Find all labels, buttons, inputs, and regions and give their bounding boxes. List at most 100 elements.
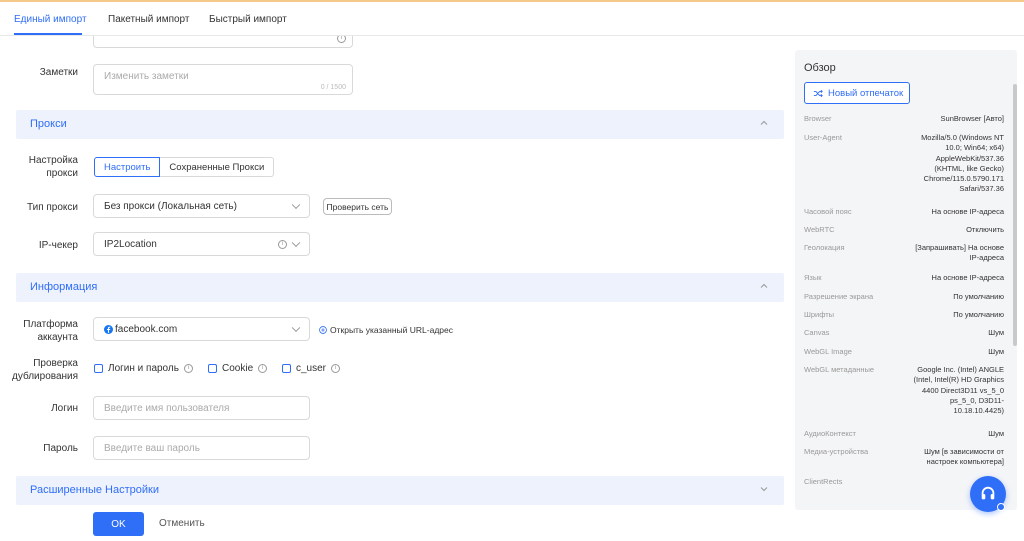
facebook-icon	[104, 324, 113, 334]
overview-panel: Обзор Новый отпечаток Browser SunBrowser…	[795, 50, 1017, 510]
chevron-down-icon	[291, 200, 301, 210]
ip-checker-label: IP-чекер	[38, 240, 78, 251]
proxy-type-value: Без прокси (Локальная сеть)	[104, 200, 237, 212]
info-section-header[interactable]: Информация	[16, 273, 784, 302]
chevron-down-icon	[291, 238, 301, 248]
chevron-down-icon	[291, 323, 301, 333]
overview-key-browser: Browser	[804, 114, 832, 123]
proxy-configure-button[interactable]: Настроить	[94, 157, 161, 177]
dup-cuser-checkbox[interactable]: c_user i	[282, 363, 341, 374]
checkbox-box	[94, 364, 103, 373]
dup-cookie-label: Cookie	[222, 363, 254, 374]
info-icon: i	[258, 364, 268, 373]
proxy-type-label: Тип прокси	[26, 202, 78, 213]
notes-placeholder: Изменить заметки	[104, 71, 189, 82]
chevron-up-icon	[760, 283, 768, 288]
overview-title: Обзор	[804, 62, 836, 74]
info-icon: i	[278, 240, 287, 249]
open-url-link[interactable]: Открыть указанный URL-адрес	[319, 325, 453, 335]
headset-icon	[981, 486, 995, 500]
dup-cookie-checkbox[interactable]: Cookie i	[208, 363, 268, 374]
overview-key-geolocation: Геолокация	[804, 243, 845, 252]
overview-key-webgl-image: WebGL Image	[804, 347, 852, 356]
ip-checker-value: IP2Location	[104, 238, 157, 250]
notes-counter: 0 / 1500	[320, 84, 346, 91]
overview-key-webrtc: WebRTC	[804, 225, 835, 234]
plus-circle-icon	[319, 326, 327, 334]
overview-key-client-rects: ClientRects	[804, 477, 843, 486]
overview-value-canvas: Шум	[988, 328, 1004, 337]
open-url-label: Открыть указанный URL-адрес	[330, 325, 453, 335]
info-section-title: Информация	[30, 281, 98, 293]
overview-value-user-agent: Mozilla/5.0 (Windows NT 10.0; Win64; x64…	[921, 133, 1004, 194]
proxy-section-header[interactable]: Прокси	[16, 110, 784, 139]
platform-value: facebook.com	[115, 323, 178, 335]
dup-login-password-label: Логин и пароль	[108, 363, 179, 374]
previous-field[interactable]: i	[93, 36, 353, 48]
support-button[interactable]	[970, 476, 1006, 512]
advanced-section-title: Расширенные Настройки	[30, 484, 159, 496]
overview-value-resolution: По умолчанию	[953, 292, 1004, 301]
overview-value-media-devices: Шум [в зависимости от настроек компьютер…	[924, 447, 1004, 467]
password-input[interactable]: Введите ваш пароль	[93, 436, 310, 460]
proxy-type-select[interactable]: Без прокси (Локальная сеть)	[93, 194, 310, 218]
checkbox-box	[282, 364, 291, 373]
platform-select[interactable]: facebook.com	[93, 317, 310, 341]
overview-key-fonts: Шрифты	[804, 310, 835, 319]
proxy-setup-toggle: Настроить Сохраненные Прокси	[94, 157, 275, 177]
notification-dot	[997, 503, 1005, 511]
dup-login-password-checkbox[interactable]: Логин и пароль i	[94, 363, 193, 374]
ok-button[interactable]: OK	[93, 512, 144, 536]
overview-key-audio-context: АудиоКонтекст	[804, 429, 856, 438]
overview-scrollbar[interactable]	[1013, 84, 1017, 346]
overview-value-timezone: На основе IP-адреса	[931, 207, 1004, 216]
overview-value-browser: SunBrowser [Авто]	[940, 114, 1004, 123]
new-fingerprint-label: Новый отпечаток	[828, 87, 904, 99]
advanced-section-header[interactable]: Расширенные Настройки	[16, 476, 784, 505]
password-placeholder: Введите ваш пароль	[104, 442, 200, 454]
overview-key-media-devices: Медиа-устройства	[804, 447, 869, 456]
overview-value-fonts: По умолчанию	[953, 310, 1004, 319]
login-input[interactable]: Введите имя пользователя	[93, 396, 310, 420]
chevron-up-icon	[760, 120, 768, 125]
overview-value-audio-context: Шум	[988, 429, 1004, 438]
login-placeholder: Введите имя пользователя	[104, 402, 230, 414]
tab-single-import[interactable]: Единый импорт	[14, 14, 87, 25]
import-form: i Заметки Изменить заметки 0 / 1500 Прок…	[0, 36, 785, 506]
overview-value-language: На основе IP-адреса	[931, 273, 1004, 282]
info-icon: i	[337, 36, 346, 43]
tab-quick-import[interactable]: Быстрый импорт	[209, 14, 287, 25]
overview-value-webrtc: Отключить	[966, 225, 1004, 234]
saved-proxies-button[interactable]: Сохраненные Прокси	[160, 157, 275, 177]
new-fingerprint-button[interactable]: Новый отпечаток	[804, 82, 910, 104]
cancel-button[interactable]: Отменить	[159, 518, 205, 529]
active-tab-indicator	[14, 33, 82, 35]
info-icon: i	[183, 364, 193, 373]
overview-value-webgl-image: Шум	[988, 347, 1004, 356]
overview-key-resolution: Разрешение экрана	[804, 292, 874, 301]
notes-label: Заметки	[39, 67, 78, 78]
form-footer: OK Отменить	[0, 506, 785, 541]
password-label: Пароль	[43, 443, 78, 454]
shuffle-icon	[813, 89, 823, 97]
overview-key-canvas: Canvas	[804, 328, 830, 337]
chevron-down-icon	[760, 487, 768, 492]
ip-checker-select[interactable]: IP2Location i	[93, 232, 310, 256]
import-tabs: Единый импорт Пакетный импорт Быстрый им…	[0, 2, 1024, 36]
login-label: Логин	[51, 403, 78, 414]
proxy-section-title: Прокси	[30, 118, 67, 130]
notes-field[interactable]: Изменить заметки 0 / 1500	[93, 64, 353, 95]
checkbox-box	[208, 364, 217, 373]
check-network-button[interactable]: Проверить сеть	[323, 198, 392, 215]
platform-label: Платформа аккаунта	[23, 319, 78, 343]
dup-check-label: Проверка дублирования	[12, 358, 79, 382]
info-icon: i	[331, 364, 341, 373]
overview-value-webgl-metadata: Google Inc. (Intel) ANGLE (Intel, Intel(…	[913, 365, 1004, 416]
tab-batch-import[interactable]: Пакетный импорт	[108, 14, 189, 25]
overview-value-geolocation: [Запрашивать] На основе IP-адреса	[915, 243, 1004, 263]
overview-key-language: Язык	[804, 273, 822, 282]
overview-key-user-agent: User-Agent	[804, 133, 842, 142]
overview-key-timezone: Часовой пояс	[804, 207, 852, 216]
dup-cuser-label: c_user	[296, 363, 327, 374]
proxy-setup-label: Настройка прокси	[28, 155, 78, 179]
